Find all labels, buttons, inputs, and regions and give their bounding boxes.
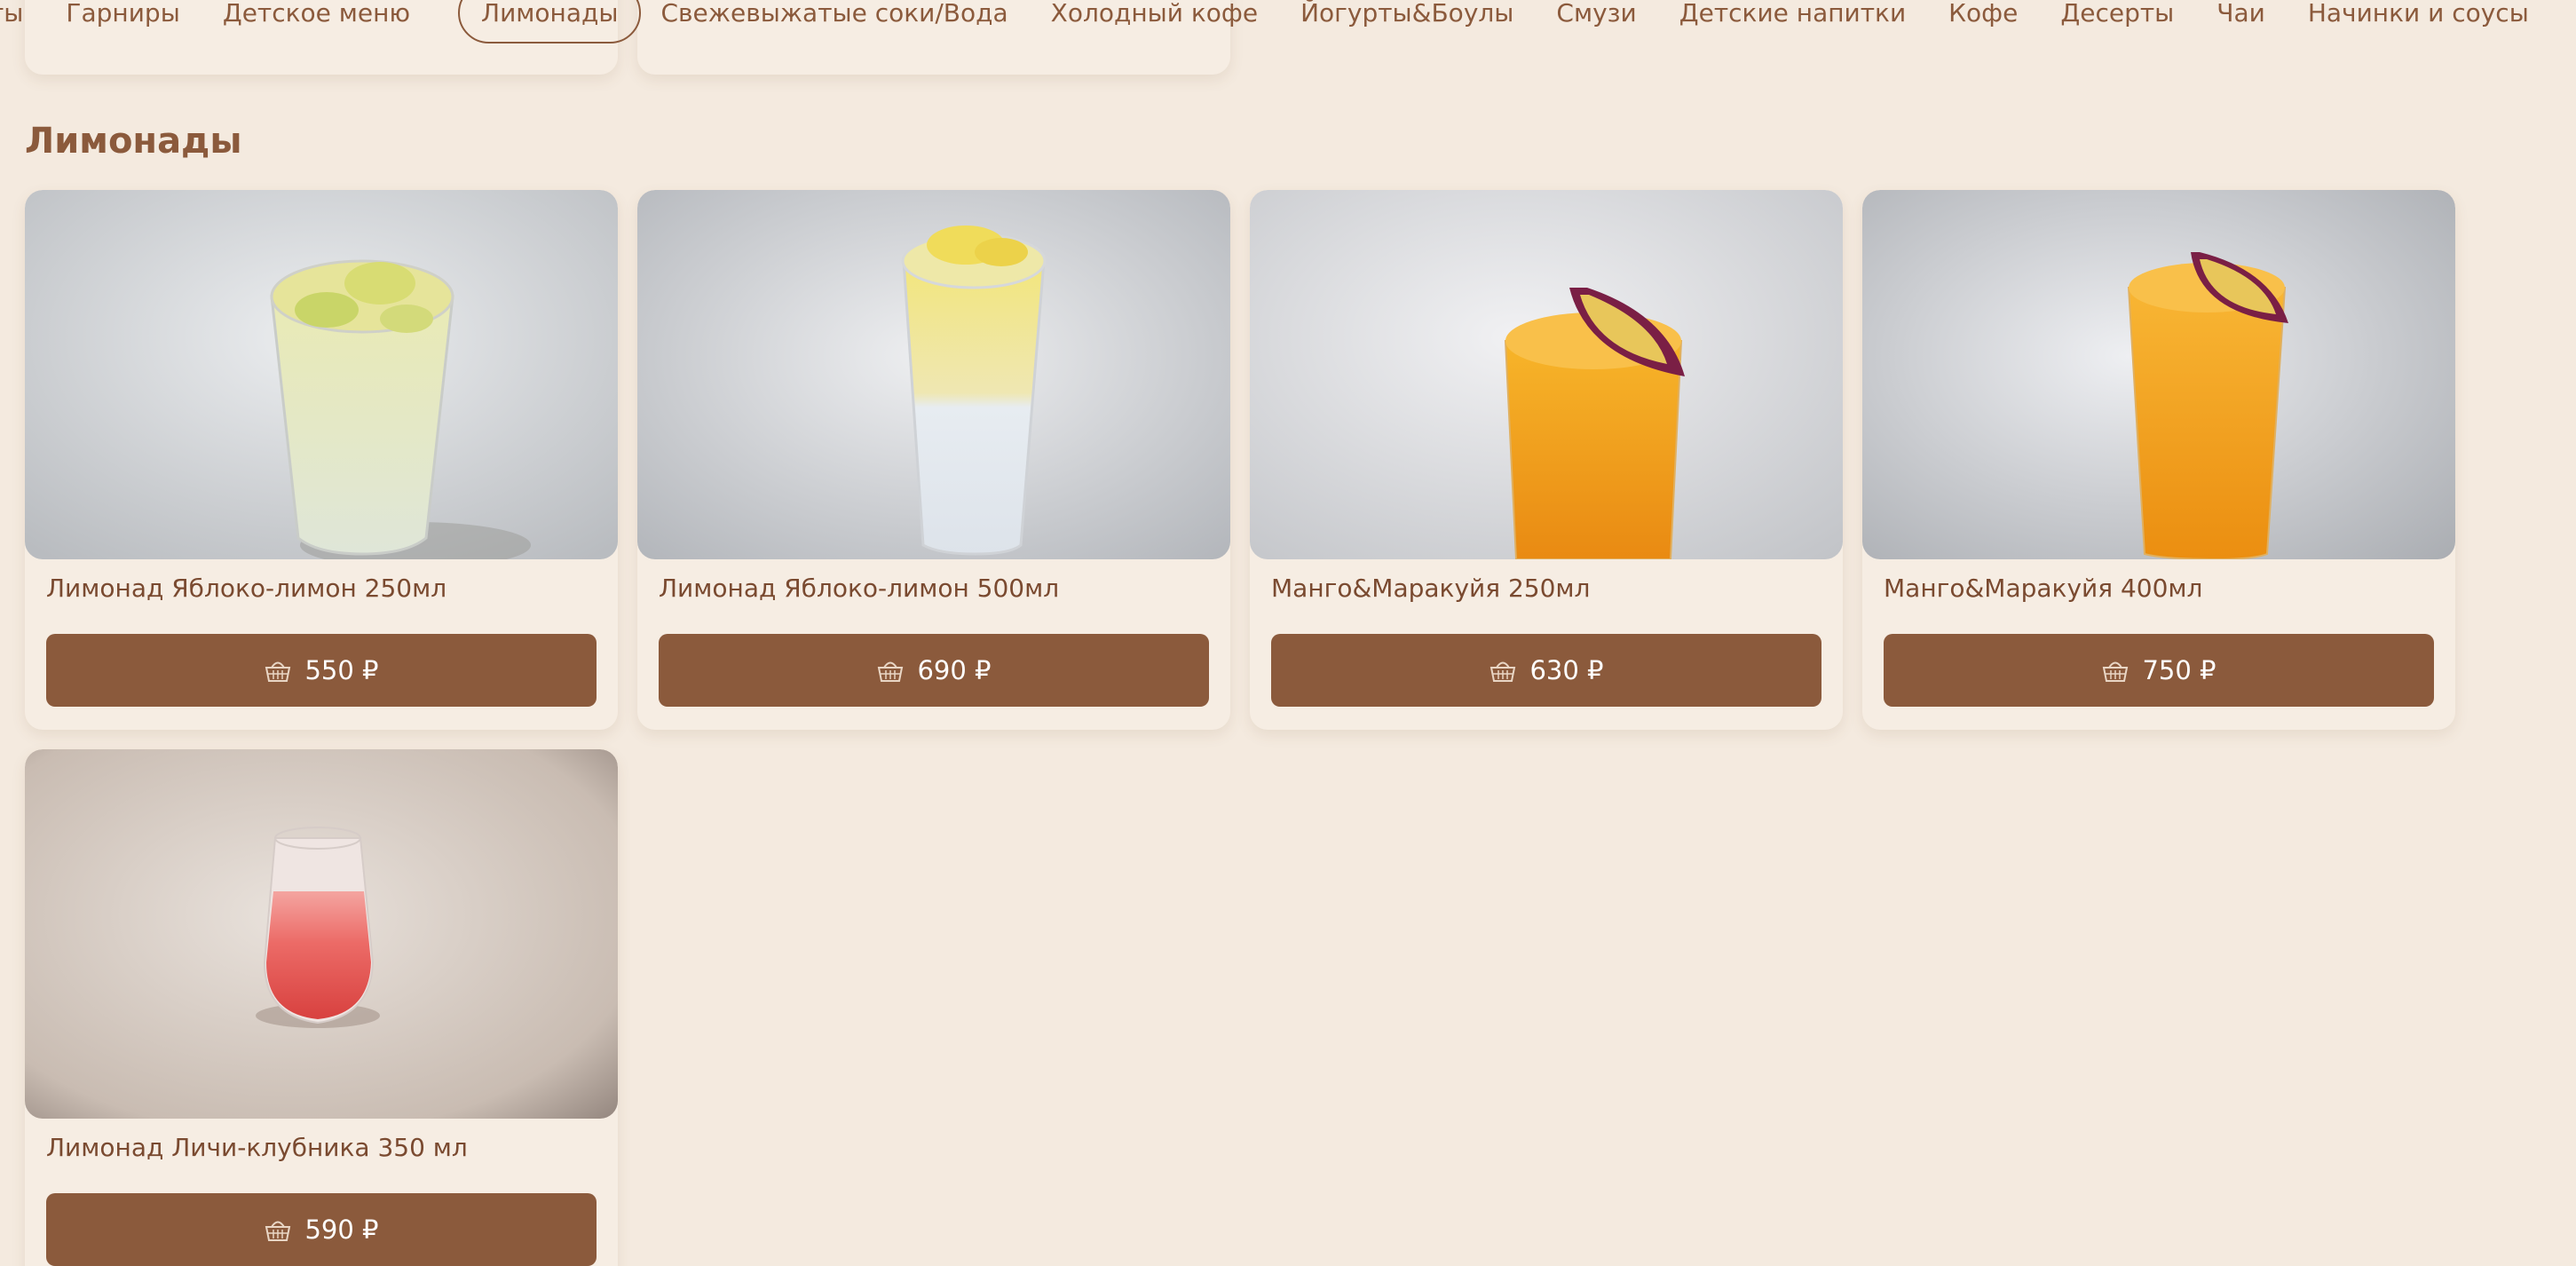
section-title: Лимонады — [25, 121, 242, 162]
basket-icon — [1489, 657, 1517, 684]
basket-icon — [264, 657, 292, 684]
mango-passionfruit-drink-icon[interactable] — [1862, 190, 2455, 559]
add-to-cart-button[interactable]: 590 ₽ — [46, 1193, 597, 1266]
category-tab-cold-coffee[interactable]: Холодный кофе — [1051, 0, 1258, 28]
product-name[interactable]: Лимонад Яблоко-лимон 500мл — [659, 574, 1059, 603]
lemonade-apple-lemon-icon[interactable] — [25, 190, 618, 559]
category-tab-coffee[interactable]: Кофе — [1948, 0, 2018, 28]
product-name[interactable]: Манго&Маракуйя 400мл — [1884, 574, 2202, 603]
category-tab[interactable]: ты — [0, 0, 23, 28]
basket-icon — [264, 1216, 292, 1243]
product-card[interactable]: Лимонад Личи-клубника 350 мл 590 ₽ — [25, 749, 618, 1266]
product-card[interactable]: Манго&Маракуйя 400мл 750 ₽ — [1862, 190, 2455, 730]
mango-passionfruit-drink-icon[interactable] — [1250, 190, 1843, 559]
price-label: 750 ₽ — [2142, 655, 2216, 685]
add-to-cart-button[interactable]: 630 ₽ — [1271, 634, 1821, 707]
category-tab-fillings-sauces[interactable]: Начинки и соусы — [2308, 0, 2529, 28]
category-tab-desserts[interactable]: Десерты — [2060, 0, 2174, 28]
price-label: 590 ₽ — [304, 1215, 379, 1245]
add-to-cart-button[interactable]: 690 ₽ — [659, 634, 1209, 707]
category-tab-lemonades[interactable]: Лимонады — [458, 0, 642, 44]
add-to-cart-button[interactable]: 550 ₽ — [46, 634, 597, 707]
category-tab-yogurts-bowls[interactable]: Йогурты&Боулы — [1300, 0, 1513, 28]
category-tab-smoothies[interactable]: Смузи — [1556, 0, 1636, 28]
price-label: 550 ₽ — [304, 655, 379, 685]
category-tab-teas[interactable]: Чаи — [2216, 0, 2265, 28]
basket-icon — [876, 657, 905, 684]
product-name[interactable]: Манго&Маракуйя 250мл — [1271, 574, 1590, 603]
price-label: 630 ₽ — [1529, 655, 1604, 685]
lychee-strawberry-drink-icon[interactable] — [25, 749, 618, 1119]
product-grid: Лимонад Яблоко-лимон 250мл 550 ₽ Лимонад… — [25, 190, 2457, 1266]
add-to-cart-button[interactable]: 750 ₽ — [1884, 634, 2434, 707]
price-label: 690 ₽ — [917, 655, 992, 685]
lemonade-apple-lemon-icon[interactable] — [637, 190, 1230, 559]
product-name[interactable]: Лимонад Яблоко-лимон 250мл — [46, 574, 446, 603]
menu-page: ты Гарниры Детское меню Лимонады Свежевы… — [0, 0, 2576, 1266]
product-card[interactable]: Лимонад Яблоко-лимон 250мл 550 ₽ — [25, 190, 618, 730]
product-name[interactable]: Лимонад Личи-клубника 350 мл — [46, 1133, 468, 1162]
product-card[interactable]: Лимонад Яблоко-лимон 500мл 690 ₽ — [637, 190, 1230, 730]
category-nav: ты Гарниры Детское меню Лимонады Свежевы… — [0, 0, 2572, 48]
basket-icon — [2101, 657, 2130, 684]
product-card[interactable]: Манго&Маракуйя 250мл 630 ₽ — [1250, 190, 1843, 730]
category-tab-juices-water[interactable]: Свежевыжатые соки/Вода — [660, 0, 1007, 28]
category-tab-kids-menu[interactable]: Детское меню — [223, 0, 410, 28]
category-tab-garnishes[interactable]: Гарниры — [66, 0, 179, 28]
category-tab-kids-drinks[interactable]: Детские напитки — [1679, 0, 1906, 28]
